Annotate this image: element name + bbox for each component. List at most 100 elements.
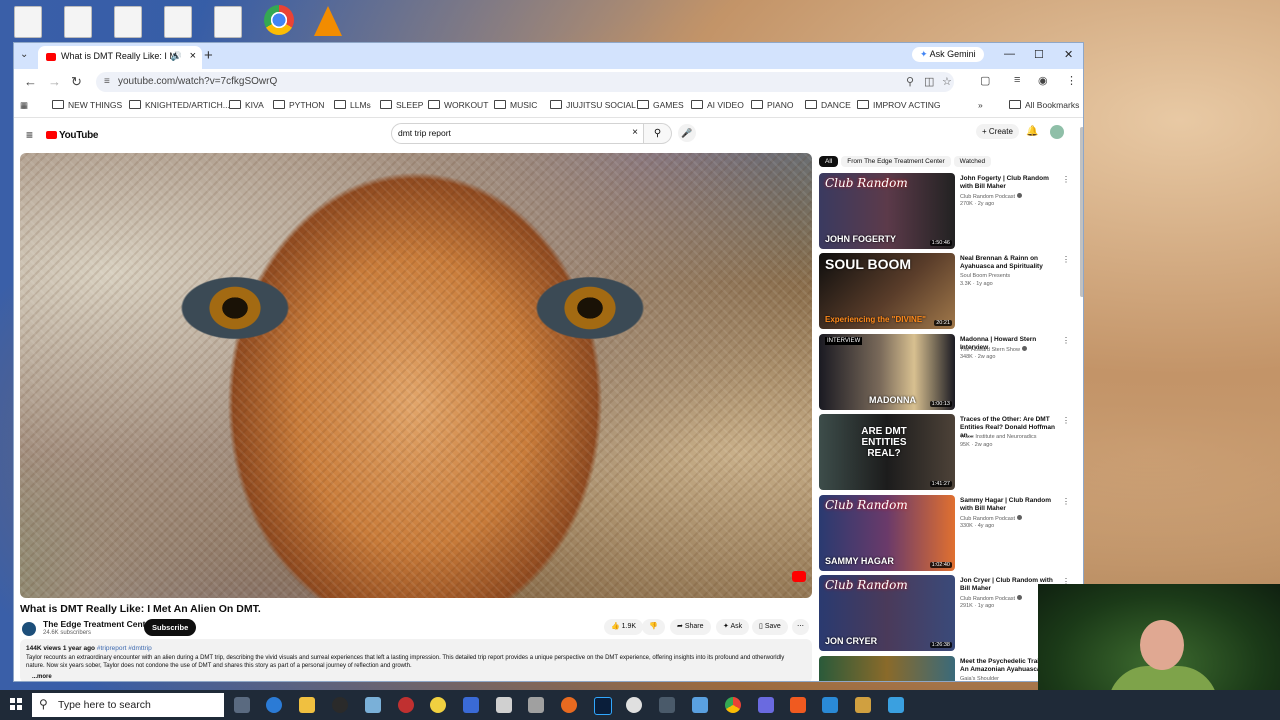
menu-icon[interactable]: ⋮ <box>1066 74 1077 87</box>
app-icon[interactable] <box>692 697 708 713</box>
chip-all[interactable]: All <box>819 156 839 167</box>
recommended-video[interactable]: Club Random JOHN FOGERTY 1:50:46 John Fo… <box>819 173 1074 249</box>
extensions-icon[interactable]: ▢ <box>980 74 990 87</box>
create-button[interactable]: + Create <box>976 124 1019 139</box>
youtube-logo[interactable]: YouTube <box>46 130 99 141</box>
profile-icon[interactable]: ◉ <box>1038 74 1048 87</box>
bookmark-folder[interactable]: AI VIDEO <box>691 100 744 110</box>
more-actions-icon[interactable]: ⋯ <box>792 619 809 635</box>
maximize-icon[interactable]: ☐ <box>1034 48 1044 61</box>
new-tab-icon[interactable]: + <box>204 47 213 64</box>
minimize-icon[interactable]: — <box>1004 48 1015 60</box>
app-icon[interactable] <box>528 697 544 713</box>
bookmark-folder[interactable]: LLMs <box>334 100 371 110</box>
more-options-icon[interactable]: ⋮ <box>1062 336 1070 345</box>
apps-grid-icon[interactable]: ▦ <box>20 100 28 111</box>
brave-icon[interactable] <box>790 697 806 713</box>
voice-search-icon[interactable]: 🎤 <box>678 124 696 142</box>
search-button[interactable]: ⚲ <box>644 123 672 144</box>
firefox-icon[interactable] <box>561 697 577 713</box>
desktop-chrome-icon[interactable] <box>264 5 294 35</box>
app-icon[interactable] <box>463 697 479 713</box>
hamburger-menu-icon[interactable]: ≡ <box>26 128 33 142</box>
address-bar[interactable]: ≡ youtube.com/watch?v=7cfkgSOwrQ ⚲ ◫ ☆ <box>96 72 954 92</box>
recommended-video[interactable]: INTERVIEW MADONNA 1:00:13 Madonna | Howa… <box>819 334 1074 410</box>
more-link[interactable]: ...more <box>32 674 52 680</box>
bookmark-folder[interactable]: DANCE <box>805 100 851 110</box>
desktop-file-icon[interactable] <box>64 6 92 38</box>
chip-watched[interactable]: Watched <box>953 156 992 167</box>
desktop-document-icon[interactable] <box>214 6 242 38</box>
app-icon[interactable] <box>430 697 446 713</box>
forward-icon[interactable]: → <box>48 74 61 89</box>
share-button[interactable]: ➦ Share <box>670 619 711 635</box>
site-info-icon[interactable]: ≡ <box>104 76 110 87</box>
tab-active[interactable]: What is DMT Really Like: I M 🔊 × <box>38 46 202 69</box>
bookmark-folder[interactable]: GAMES <box>637 100 684 110</box>
ask-gemini-button[interactable]: ✦ Ask Gemini <box>912 47 984 62</box>
desktop-vlc-icon[interactable] <box>314 6 342 36</box>
app-icon[interactable] <box>659 697 675 713</box>
reload-icon[interactable]: ↻ <box>71 74 82 90</box>
app-icon[interactable] <box>332 697 348 713</box>
recommended-video[interactable]: SOUL BOOM Experiencing the "DIVINE" 20:2… <box>819 253 1074 329</box>
more-options-icon[interactable]: ⋮ <box>1062 175 1070 184</box>
subscribe-button[interactable]: Subscribe <box>144 619 197 636</box>
bookmark-folder[interactable]: JIUJITSU SOCIAL <box>550 100 636 110</box>
bookmark-folder[interactable]: PYTHON <box>273 100 324 110</box>
ask-button[interactable]: ✦ Ask <box>716 619 750 635</box>
bookmarks-overflow-icon[interactable]: » <box>978 100 983 110</box>
channel-avatar[interactable] <box>22 622 36 636</box>
audio-playing-icon[interactable]: 🔊 <box>171 51 182 62</box>
more-options-icon[interactable]: ⋮ <box>1062 416 1070 425</box>
close-tab-icon[interactable]: × <box>190 50 196 62</box>
file-explorer-icon[interactable] <box>299 697 315 713</box>
tab-search-icon[interactable]: ⌄ <box>20 49 28 60</box>
bookmark-star-icon[interactable]: ☆ <box>942 75 952 88</box>
back-icon[interactable]: ← <box>24 74 37 89</box>
search-input[interactable]: dmt trip report × <box>391 123 644 144</box>
like-button[interactable]: 👍 1.9K <box>604 619 644 635</box>
desktop-file-icon[interactable] <box>114 6 142 38</box>
bookmark-folder[interactable]: SLEEP <box>380 100 423 110</box>
bookmark-folder[interactable]: KIVA <box>229 100 264 110</box>
edge-icon[interactable] <box>266 697 282 713</box>
app-icon[interactable] <box>888 697 904 713</box>
bookmark-folder[interactable]: NEW THINGS <box>52 100 122 110</box>
app-icon[interactable] <box>855 697 871 713</box>
notifications-bell-icon[interactable]: 🔔 <box>1026 126 1038 137</box>
desktop-file-icon[interactable] <box>14 6 42 38</box>
zoom-icon[interactable]: ⚲ <box>906 75 914 88</box>
bookmark-folder[interactable]: MUSIC <box>494 100 537 110</box>
recommended-video[interactable]: Club Random JON CRYER 1:26:38 Jon Cryer … <box>819 575 1074 651</box>
app-icon[interactable] <box>758 697 774 713</box>
cast-icon[interactable]: ◫ <box>924 75 934 88</box>
recommended-video[interactable]: ARE DMT ENTITIES REAL? 1:41:27 Traces of… <box>819 414 1074 490</box>
app-icon[interactable] <box>398 697 414 713</box>
video-thumbnail[interactable]: INTERVIEW MADONNA 1:00:13 <box>819 334 955 410</box>
more-options-icon[interactable]: ⋮ <box>1062 255 1070 264</box>
app-icon[interactable] <box>365 697 381 713</box>
save-button[interactable]: ▯ Save <box>752 619 788 635</box>
chip-from-channel[interactable]: From The Edge Treatment Center <box>841 156 951 167</box>
video-thumbnail[interactable] <box>819 656 955 681</box>
dislike-button[interactable]: 👎 <box>642 619 665 635</box>
channel-name[interactable]: The Edge Treatment Center <box>43 619 154 629</box>
video-thumbnail[interactable]: ARE DMT ENTITIES REAL? 1:41:27 <box>819 414 955 490</box>
page-scrollbar[interactable] <box>1080 127 1083 297</box>
desktop-file-icon[interactable] <box>164 6 192 38</box>
recommended-video[interactable]: Meet the Psychedelic Trainer Be An Amazo… <box>819 656 1074 681</box>
chrome-icon[interactable] <box>725 697 741 713</box>
task-view-icon[interactable] <box>234 697 250 713</box>
taskbar-search-input[interactable]: ⚲ Type here to search <box>32 693 224 717</box>
close-window-icon[interactable]: ✕ <box>1064 48 1073 61</box>
app-icon[interactable] <box>626 697 642 713</box>
reading-list-icon[interactable]: ≡ <box>1014 74 1020 86</box>
windows-start-icon[interactable] <box>10 698 22 710</box>
video-thumbnail[interactable]: Club Random SAMMY HAGAR 1:02:40 <box>819 495 955 571</box>
hashtags[interactable]: #tripreport #dmttrip <box>97 645 152 652</box>
bookmark-folder[interactable]: PIANO <box>751 100 793 110</box>
bookmark-folder[interactable]: IMPROV ACTING <box>857 100 941 110</box>
video-player[interactable] <box>20 153 812 598</box>
app-icon[interactable] <box>496 697 512 713</box>
